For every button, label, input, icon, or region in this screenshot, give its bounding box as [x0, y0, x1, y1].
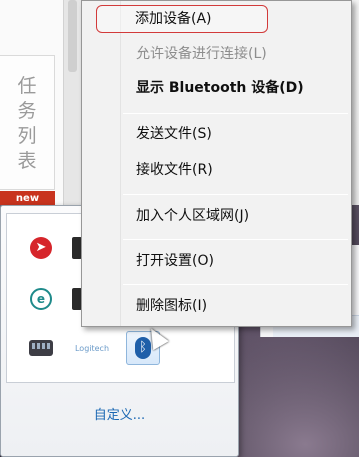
menu-item-send-file[interactable]: 发送文件(S)	[85, 120, 348, 148]
menu-item-allow-connect: 允许设备进行连接(L)	[136, 46, 267, 62]
menu-separator	[123, 284, 348, 285]
task-panel-char: 任	[17, 75, 37, 97]
menu-item-show-devices[interactable]: 显示 Bluetooth 设备(D)	[85, 74, 348, 102]
red-app-icon: ➤	[30, 237, 52, 259]
task-panel-char: 列	[17, 125, 37, 147]
keyboard-icon	[29, 340, 53, 356]
task-list-panel[interactable]: 任 务 列 表	[0, 55, 55, 190]
menu-separator	[123, 113, 348, 114]
customize-link[interactable]: 自定义...	[0, 404, 239, 423]
logitech-icon: Logitech	[74, 343, 110, 353]
keyboard-tray-button[interactable]	[24, 331, 58, 365]
eset-icon: e	[30, 288, 52, 310]
menu-item-open-settings[interactable]: 打开设置(O)	[85, 247, 348, 275]
eset-tray-button[interactable]: e	[24, 282, 58, 316]
task-panel-char: 务	[17, 100, 37, 122]
logitech-tray-button[interactable]: Logitech	[75, 331, 109, 365]
menu-item-add-device[interactable]: 添加设备(A)	[96, 5, 268, 33]
bluetooth-context-menu: 添加设备(A) 允许设备进行连接(L) 显示 Bluetooth 设备(D) 发…	[81, 0, 352, 327]
menu-separator	[123, 239, 348, 240]
menu-item-remove-icon[interactable]: 删除图标(I)	[85, 292, 348, 320]
scrollbar-thumb[interactable]	[68, 0, 77, 72]
menu-separator	[123, 194, 348, 195]
red-app-tray-button[interactable]: ➤	[24, 231, 58, 265]
menu-item-receive-file[interactable]: 接收文件(R)	[85, 156, 348, 184]
menu-item-join-pan[interactable]: 加入个人区域网(J)	[85, 202, 348, 230]
task-panel-char: 表	[17, 150, 37, 172]
background-scrollbar[interactable]	[63, 0, 81, 215]
